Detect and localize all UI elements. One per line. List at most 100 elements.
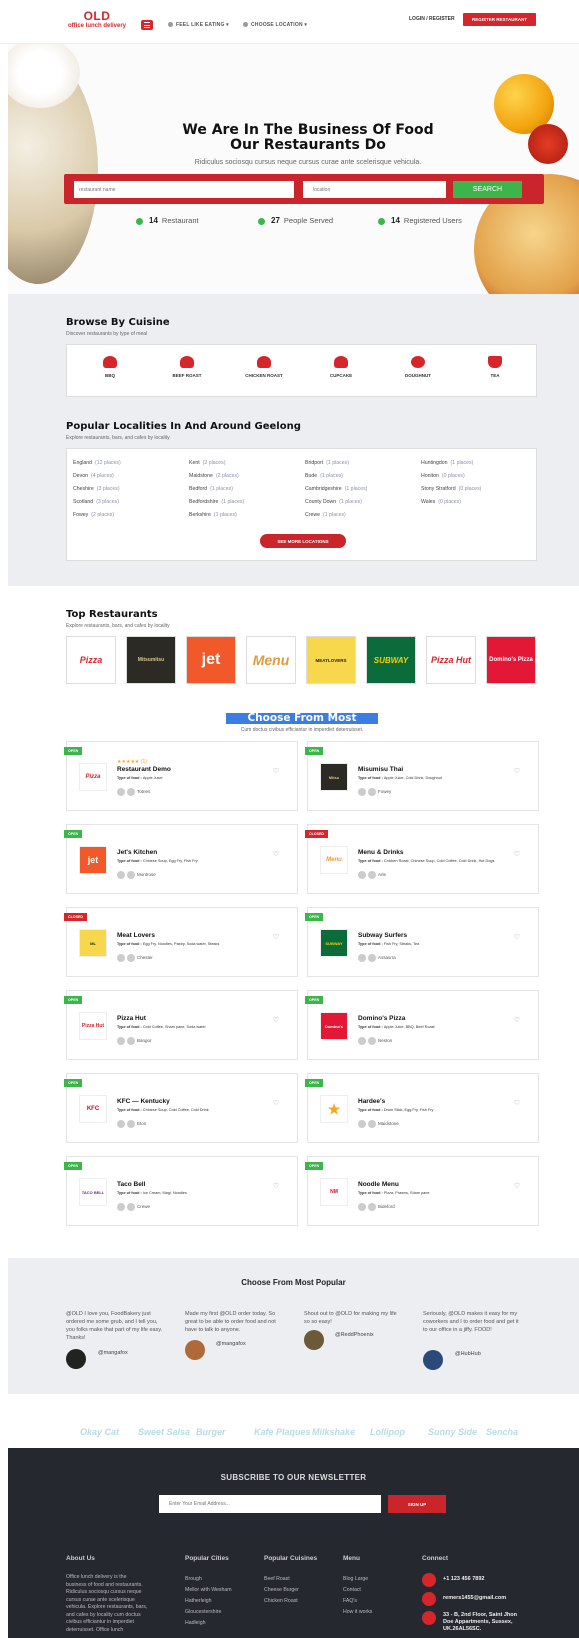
restaurant-logo[interactable]: Domino's Pizza — [486, 636, 536, 684]
footer-link[interactable]: How it works — [343, 1609, 372, 1615]
cuisine-doughnut[interactable]: DOUGHNUT — [388, 356, 448, 378]
locality-link[interactable]: Scotland (3 places) — [73, 499, 119, 505]
restaurant-card[interactable]: OPEN TACO BELL Taco Bell Type of food : Ice… — [64, 1156, 298, 1226]
restaurant-logo[interactable]: SUBWAY — [320, 929, 348, 957]
restaurant-logo[interactable]: Pizza Hut — [426, 636, 476, 684]
restaurant-name[interactable]: KFC — Kentucky — [117, 1098, 170, 1105]
locality-link[interactable]: Fowey (2 places) — [73, 512, 114, 518]
restaurant-logo[interactable]: Mitsu — [320, 763, 348, 791]
footer-link[interactable]: Chicken Roast — [264, 1598, 298, 1604]
locality-link[interactable]: Bridport (1 places) — [305, 460, 349, 466]
footer-phone[interactable]: +1 123 456 7892 — [443, 1576, 484, 1583]
restaurant-name[interactable]: Noodle Menu — [358, 1181, 399, 1188]
footer-link[interactable]: Cheese Burger — [264, 1587, 299, 1593]
footer-link[interactable]: Hadleigh — [185, 1620, 205, 1626]
restaurant-logo[interactable]: Mitsumitsu — [126, 636, 176, 684]
heart-icon[interactable]: ♡ — [514, 767, 520, 775]
locality-link[interactable]: Bude (1 places) — [305, 473, 343, 479]
restaurant-logo[interactable]: Pizza — [66, 636, 116, 684]
restaurant-name[interactable]: Hardee's — [358, 1098, 385, 1105]
heart-icon[interactable]: ♡ — [273, 1182, 279, 1190]
restaurant-search-input[interactable] — [74, 181, 294, 198]
locality-link[interactable]: Bedfordshire (1 places) — [189, 499, 244, 505]
footer-link[interactable]: Blog Large — [343, 1576, 368, 1582]
footer-email[interactable]: remers1455@gmail.com — [443, 1595, 506, 1602]
locality-link[interactable]: Devon (4 places) — [73, 473, 114, 479]
locality-link[interactable]: Cheshire (3 places) — [73, 486, 120, 492]
heart-icon[interactable]: ♡ — [514, 1099, 520, 1107]
cuisine-cupcake[interactable]: CUPCAKE — [311, 356, 371, 378]
locality-link[interactable]: Stony Stratford (0 places) — [421, 486, 481, 492]
location-search-input[interactable] — [303, 181, 446, 198]
locality-link[interactable]: Wales (0 places) — [421, 499, 461, 505]
heart-icon[interactable]: ♡ — [273, 767, 279, 775]
locality-link[interactable]: County Down (1 places) — [305, 499, 362, 505]
heart-icon[interactable]: ♡ — [273, 1099, 279, 1107]
restaurant-card[interactable]: OPEN ★★★★★ (1) Pizza Restaurant Demo Type of… — [64, 741, 298, 811]
footer-link[interactable]: Beef Roast — [264, 1576, 290, 1582]
restaurant-logo[interactable]: KFC — [79, 1095, 107, 1123]
heart-icon[interactable]: ♡ — [514, 933, 520, 941]
restaurant-logo[interactable]: Pizza — [79, 763, 107, 791]
heart-icon[interactable]: ♡ — [273, 850, 279, 858]
restaurant-card[interactable]: OPEN Pizza Hut Pizza Hut Type of food : Col… — [64, 990, 298, 1060]
restaurant-card[interactable]: OPEN ★ Hardee's Type of food : Drum Stick, … — [305, 1073, 539, 1143]
login-register-link[interactable]: LOGIN / REGISTER — [409, 16, 455, 22]
heart-icon[interactable]: ♡ — [514, 850, 520, 858]
restaurant-card[interactable]: OPEN Domino's Domino's Pizza Type of food :… — [305, 990, 539, 1060]
locality-link[interactable]: England (12 places) — [73, 460, 121, 466]
restaurant-logo[interactable]: TACO BELL — [79, 1178, 107, 1206]
restaurant-card[interactable]: OPEN SUBWAY Subway Surfers Type of food : F… — [305, 907, 539, 977]
restaurant-card[interactable]: OPEN Mitsu Misumisu Thai Type of food : App… — [305, 741, 539, 811]
restaurant-logo[interactable]: SUBWAY — [366, 636, 416, 684]
restaurant-logo[interactable]: ★ — [320, 1095, 348, 1123]
heart-icon[interactable]: ♡ — [273, 1016, 279, 1024]
heart-icon[interactable]: ♡ — [273, 933, 279, 941]
footer-link[interactable]: Hatherleigh — [185, 1598, 212, 1604]
restaurant-logo[interactable]: jet — [186, 636, 236, 684]
locality-link[interactable]: Honiton (0 places) — [421, 473, 465, 479]
restaurant-logo[interactable]: jet — [79, 846, 107, 874]
footer-link[interactable]: FAQ's — [343, 1598, 357, 1604]
cuisine-beef-roast[interactable]: BEEF ROAST — [157, 356, 217, 378]
restaurant-logo[interactable]: Pizza Hut — [79, 1012, 107, 1040]
search-button[interactable]: SEARCH — [453, 181, 522, 198]
newsletter-signup-button[interactable]: SIGN UP — [388, 1495, 446, 1513]
locality-link[interactable]: Kent (2 places) — [189, 460, 225, 466]
nav-feel-like-eating[interactable]: FEEL LIKE EATING ▾ — [168, 22, 229, 28]
restaurant-name[interactable]: Restaurant Demo — [117, 766, 171, 773]
restaurant-name[interactable]: Meat Lovers — [117, 932, 155, 939]
cuisine-chicken-roast[interactable]: CHICKEN ROAST — [234, 356, 294, 378]
footer-link[interactable]: Mellor with Wesham — [185, 1587, 232, 1593]
locality-link[interactable]: Berkshire (1 places) — [189, 512, 237, 518]
restaurant-logo[interactable]: Menu — [320, 846, 348, 874]
restaurant-card[interactable]: OPEN jet Jet's Kitchen Type of food : Chine… — [64, 824, 298, 894]
restaurant-card[interactable]: CLOSED Menu Menu & Drinks Type of food : Ch… — [305, 824, 539, 894]
restaurant-logo[interactable]: NM — [320, 1178, 348, 1206]
restaurant-name[interactable]: Menu & Drinks — [358, 849, 404, 856]
locality-link[interactable]: Cambridgeshire (1 places) — [305, 486, 367, 492]
locality-link[interactable]: Maidstone (2 places) — [189, 473, 239, 479]
footer-link[interactable]: Contact — [343, 1587, 361, 1593]
site-logo[interactable]: OLD office lunch delivery — [66, 10, 128, 29]
restaurant-logo[interactable]: MEATLOVERS — [306, 636, 356, 684]
nav-choose-location[interactable]: CHOOSE LOCATION ▾ — [243, 22, 307, 28]
newsletter-email-input[interactable] — [159, 1495, 381, 1513]
see-more-locations-button[interactable]: SEE MORE LOCATIONS — [260, 534, 346, 548]
restaurant-name[interactable]: Pizza Hut — [117, 1015, 146, 1022]
restaurant-card[interactable]: OPEN KFC KFC — Kentucky Type of food : Chin… — [64, 1073, 298, 1143]
restaurant-logo[interactable]: ML — [79, 929, 107, 957]
footer-link[interactable]: Gloucestershire — [185, 1609, 221, 1615]
locality-link[interactable]: Crewe (1 places) — [305, 512, 346, 518]
locality-link[interactable]: Bedford (1 places) — [189, 486, 233, 492]
cuisine-tea[interactable]: TEA — [465, 356, 525, 378]
restaurant-logo[interactable]: Menu — [246, 636, 296, 684]
restaurant-name[interactable]: Taco Bell — [117, 1181, 145, 1188]
menu-icon[interactable] — [141, 20, 153, 30]
locality-link[interactable]: Huntingdon (1 places) — [421, 460, 473, 466]
restaurant-name[interactable]: Jet's Kitchen — [117, 849, 157, 856]
restaurant-logo[interactable]: Domino's — [320, 1012, 348, 1040]
heart-icon[interactable]: ♡ — [514, 1016, 520, 1024]
restaurant-name[interactable]: Domino's Pizza — [358, 1015, 405, 1022]
cuisine-bbq[interactable]: BBQ — [80, 356, 140, 378]
